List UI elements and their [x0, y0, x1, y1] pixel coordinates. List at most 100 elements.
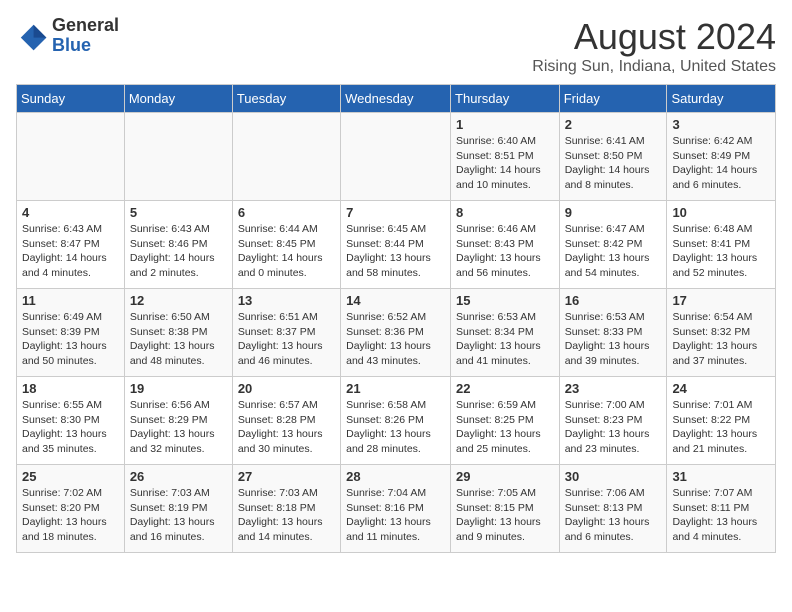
day-number: 28: [346, 469, 445, 484]
day-info: Sunrise: 6:51 AMSunset: 8:37 PMDaylight:…: [238, 310, 335, 369]
day-number: 14: [346, 293, 445, 308]
calendar-cell: 18Sunrise: 6:55 AMSunset: 8:30 PMDayligh…: [17, 377, 125, 465]
calendar-cell: 30 Sunrise: 7:06 AMSunset: 8:13 PMDayligh…: [559, 465, 667, 553]
calendar-cell: [232, 113, 340, 201]
weekday-header-saturday: Saturday: [667, 85, 776, 113]
calendar-cell: 28Sunrise: 7:04 AMSunset: 8:16 PMDayligh…: [341, 465, 451, 553]
day-info: Sunrise: 6:59 AMSunset: 8:25 PMDaylight:…: [456, 398, 554, 457]
day-number: 6: [238, 205, 335, 220]
week-row-3: 11Sunrise: 6:49 AMSunset: 8:39 PMDayligh…: [17, 289, 776, 377]
calendar-cell: [17, 113, 125, 201]
location-title: Rising Sun, Indiana, United States: [532, 58, 776, 76]
day-number: 8: [456, 205, 554, 220]
day-info: Sunrise: 7:02 AMSunset: 8:20 PMDaylight:…: [22, 486, 119, 545]
weekday-header-monday: Monday: [124, 85, 232, 113]
day-number: 15: [456, 293, 554, 308]
logo: General Blue: [16, 16, 119, 56]
day-info: Sunrise: 6:52 AMSunset: 8:36 PMDaylight:…: [346, 310, 445, 369]
day-number: 21: [346, 381, 445, 396]
calendar-cell: 3 Sunrise: 6:42 AMSunset: 8:49 PMDaylight…: [667, 113, 776, 201]
day-info: Sunrise: 7:03 AMSunset: 8:18 PMDaylight:…: [238, 486, 335, 545]
calendar-cell: 27Sunrise: 7:03 AMSunset: 8:18 PMDayligh…: [232, 465, 340, 553]
day-number: 31: [672, 469, 770, 484]
calendar-cell: 21Sunrise: 6:58 AMSunset: 8:26 PMDayligh…: [341, 377, 451, 465]
day-number: 22: [456, 381, 554, 396]
calendar-cell: 13 Sunrise: 6:51 AMSunset: 8:37 PMDayligh…: [232, 289, 340, 377]
day-number: 29: [456, 469, 554, 484]
day-number: 30: [565, 469, 662, 484]
day-info: Sunrise: 6:47 AMSunset: 8:42 PMDaylight:…: [565, 222, 662, 281]
calendar-cell: 6 Sunrise: 6:44 AMSunset: 8:45 PMDaylight…: [232, 201, 340, 289]
month-title: August 2024: [532, 16, 776, 58]
week-row-5: 25 Sunrise: 7:02 AMSunset: 8:20 PMDayligh…: [17, 465, 776, 553]
weekday-header-friday: Friday: [559, 85, 667, 113]
day-info: Sunrise: 6:49 AMSunset: 8:39 PMDaylight:…: [22, 310, 119, 369]
title-area: August 2024 Rising Sun, Indiana, United …: [532, 16, 776, 76]
calendar-cell: 9 Sunrise: 6:47 AMSunset: 8:42 PMDaylight…: [559, 201, 667, 289]
calendar-cell: 17 Sunrise: 6:54 AMSunset: 8:32 PMDayligh…: [667, 289, 776, 377]
day-info: Sunrise: 6:40 AMSunset: 8:51 PMDaylight:…: [456, 134, 554, 193]
calendar-cell: 19Sunrise: 6:56 AMSunset: 8:29 PMDayligh…: [124, 377, 232, 465]
day-number: 7: [346, 205, 445, 220]
day-info: Sunrise: 6:46 AMSunset: 8:43 PMDaylight:…: [456, 222, 554, 281]
day-number: 23: [565, 381, 662, 396]
calendar-cell: [124, 113, 232, 201]
day-info: Sunrise: 7:07 AMSunset: 8:11 PMDaylight:…: [672, 486, 770, 545]
day-info: Sunrise: 6:57 AMSunset: 8:28 PMDaylight:…: [238, 398, 335, 457]
calendar-cell: 22 Sunrise: 6:59 AMSunset: 8:25 PMDayligh…: [451, 377, 560, 465]
calendar-cell: 25 Sunrise: 7:02 AMSunset: 8:20 PMDayligh…: [17, 465, 125, 553]
calendar-cell: 12 Sunrise: 6:50 AMSunset: 8:38 PMDayligh…: [124, 289, 232, 377]
calendar-cell: [341, 113, 451, 201]
day-info: Sunrise: 6:42 AMSunset: 8:49 PMDaylight:…: [672, 134, 770, 193]
day-info: Sunrise: 6:50 AMSunset: 8:38 PMDaylight:…: [130, 310, 227, 369]
day-number: 9: [565, 205, 662, 220]
day-info: Sunrise: 6:54 AMSunset: 8:32 PMDaylight:…: [672, 310, 770, 369]
day-number: 25: [22, 469, 119, 484]
day-info: Sunrise: 6:55 AMSunset: 8:30 PMDaylight:…: [22, 398, 119, 457]
weekday-header-thursday: Thursday: [451, 85, 560, 113]
day-number: 13: [238, 293, 335, 308]
weekday-header-wednesday: Wednesday: [341, 85, 451, 113]
logo-icon: [16, 20, 48, 52]
day-info: Sunrise: 7:06 AMSunset: 8:13 PMDaylight:…: [565, 486, 662, 545]
calendar-table: SundayMondayTuesdayWednesdayThursdayFrid…: [16, 84, 776, 553]
calendar-cell: 14 Sunrise: 6:52 AMSunset: 8:36 PMDayligh…: [341, 289, 451, 377]
calendar-cell: 16Sunrise: 6:53 AMSunset: 8:33 PMDayligh…: [559, 289, 667, 377]
calendar-cell: 26 Sunrise: 7:03 AMSunset: 8:19 PMDayligh…: [124, 465, 232, 553]
day-info: Sunrise: 6:45 AMSunset: 8:44 PMDaylight:…: [346, 222, 445, 281]
weekday-header-tuesday: Tuesday: [232, 85, 340, 113]
day-info: Sunrise: 6:44 AMSunset: 8:45 PMDaylight:…: [238, 222, 335, 281]
calendar-cell: 5 Sunrise: 6:43 AMSunset: 8:46 PMDaylight…: [124, 201, 232, 289]
day-info: Sunrise: 6:53 AMSunset: 8:34 PMDaylight:…: [456, 310, 554, 369]
calendar-cell: 20 Sunrise: 6:57 AMSunset: 8:28 PMDayligh…: [232, 377, 340, 465]
calendar-cell: 31 Sunrise: 7:07 AMSunset: 8:11 PMDayligh…: [667, 465, 776, 553]
day-number: 10: [672, 205, 770, 220]
weekday-header-sunday: Sunday: [17, 85, 125, 113]
day-info: Sunrise: 6:43 AMSunset: 8:47 PMDaylight:…: [22, 222, 119, 281]
day-number: 16: [565, 293, 662, 308]
calendar-cell: 2Sunrise: 6:41 AMSunset: 8:50 PMDaylight…: [559, 113, 667, 201]
calendar-cell: 23 Sunrise: 7:00 AMSunset: 8:23 PMDayligh…: [559, 377, 667, 465]
day-info: Sunrise: 6:43 AMSunset: 8:46 PMDaylight:…: [130, 222, 227, 281]
day-number: 12: [130, 293, 227, 308]
calendar-cell: 1 Sunrise: 6:40 AMSunset: 8:51 PMDaylight…: [451, 113, 560, 201]
day-number: 20: [238, 381, 335, 396]
day-info: Sunrise: 6:56 AMSunset: 8:29 PMDaylight:…: [130, 398, 227, 457]
day-info: Sunrise: 7:00 AMSunset: 8:23 PMDaylight:…: [565, 398, 662, 457]
calendar-cell: 15 Sunrise: 6:53 AMSunset: 8:34 PMDayligh…: [451, 289, 560, 377]
day-info: Sunrise: 6:41 AMSunset: 8:50 PMDaylight:…: [565, 134, 662, 193]
day-info: Sunrise: 7:03 AMSunset: 8:19 PMDaylight:…: [130, 486, 227, 545]
day-number: 17: [672, 293, 770, 308]
day-number: 3: [672, 117, 770, 132]
day-number: 1: [456, 117, 554, 132]
day-number: 5: [130, 205, 227, 220]
day-info: Sunrise: 7:05 AMSunset: 8:15 PMDaylight:…: [456, 486, 554, 545]
page-header: General Blue August 2024 Rising Sun, Ind…: [16, 16, 776, 76]
day-number: 26: [130, 469, 227, 484]
week-row-4: 18Sunrise: 6:55 AMSunset: 8:30 PMDayligh…: [17, 377, 776, 465]
calendar-cell: 29 Sunrise: 7:05 AMSunset: 8:15 PMDayligh…: [451, 465, 560, 553]
day-info: Sunrise: 7:01 AMSunset: 8:22 PMDaylight:…: [672, 398, 770, 457]
day-number: 4: [22, 205, 119, 220]
week-row-1: 1 Sunrise: 6:40 AMSunset: 8:51 PMDaylight…: [17, 113, 776, 201]
calendar-cell: 8 Sunrise: 6:46 AMSunset: 8:43 PMDaylight…: [451, 201, 560, 289]
